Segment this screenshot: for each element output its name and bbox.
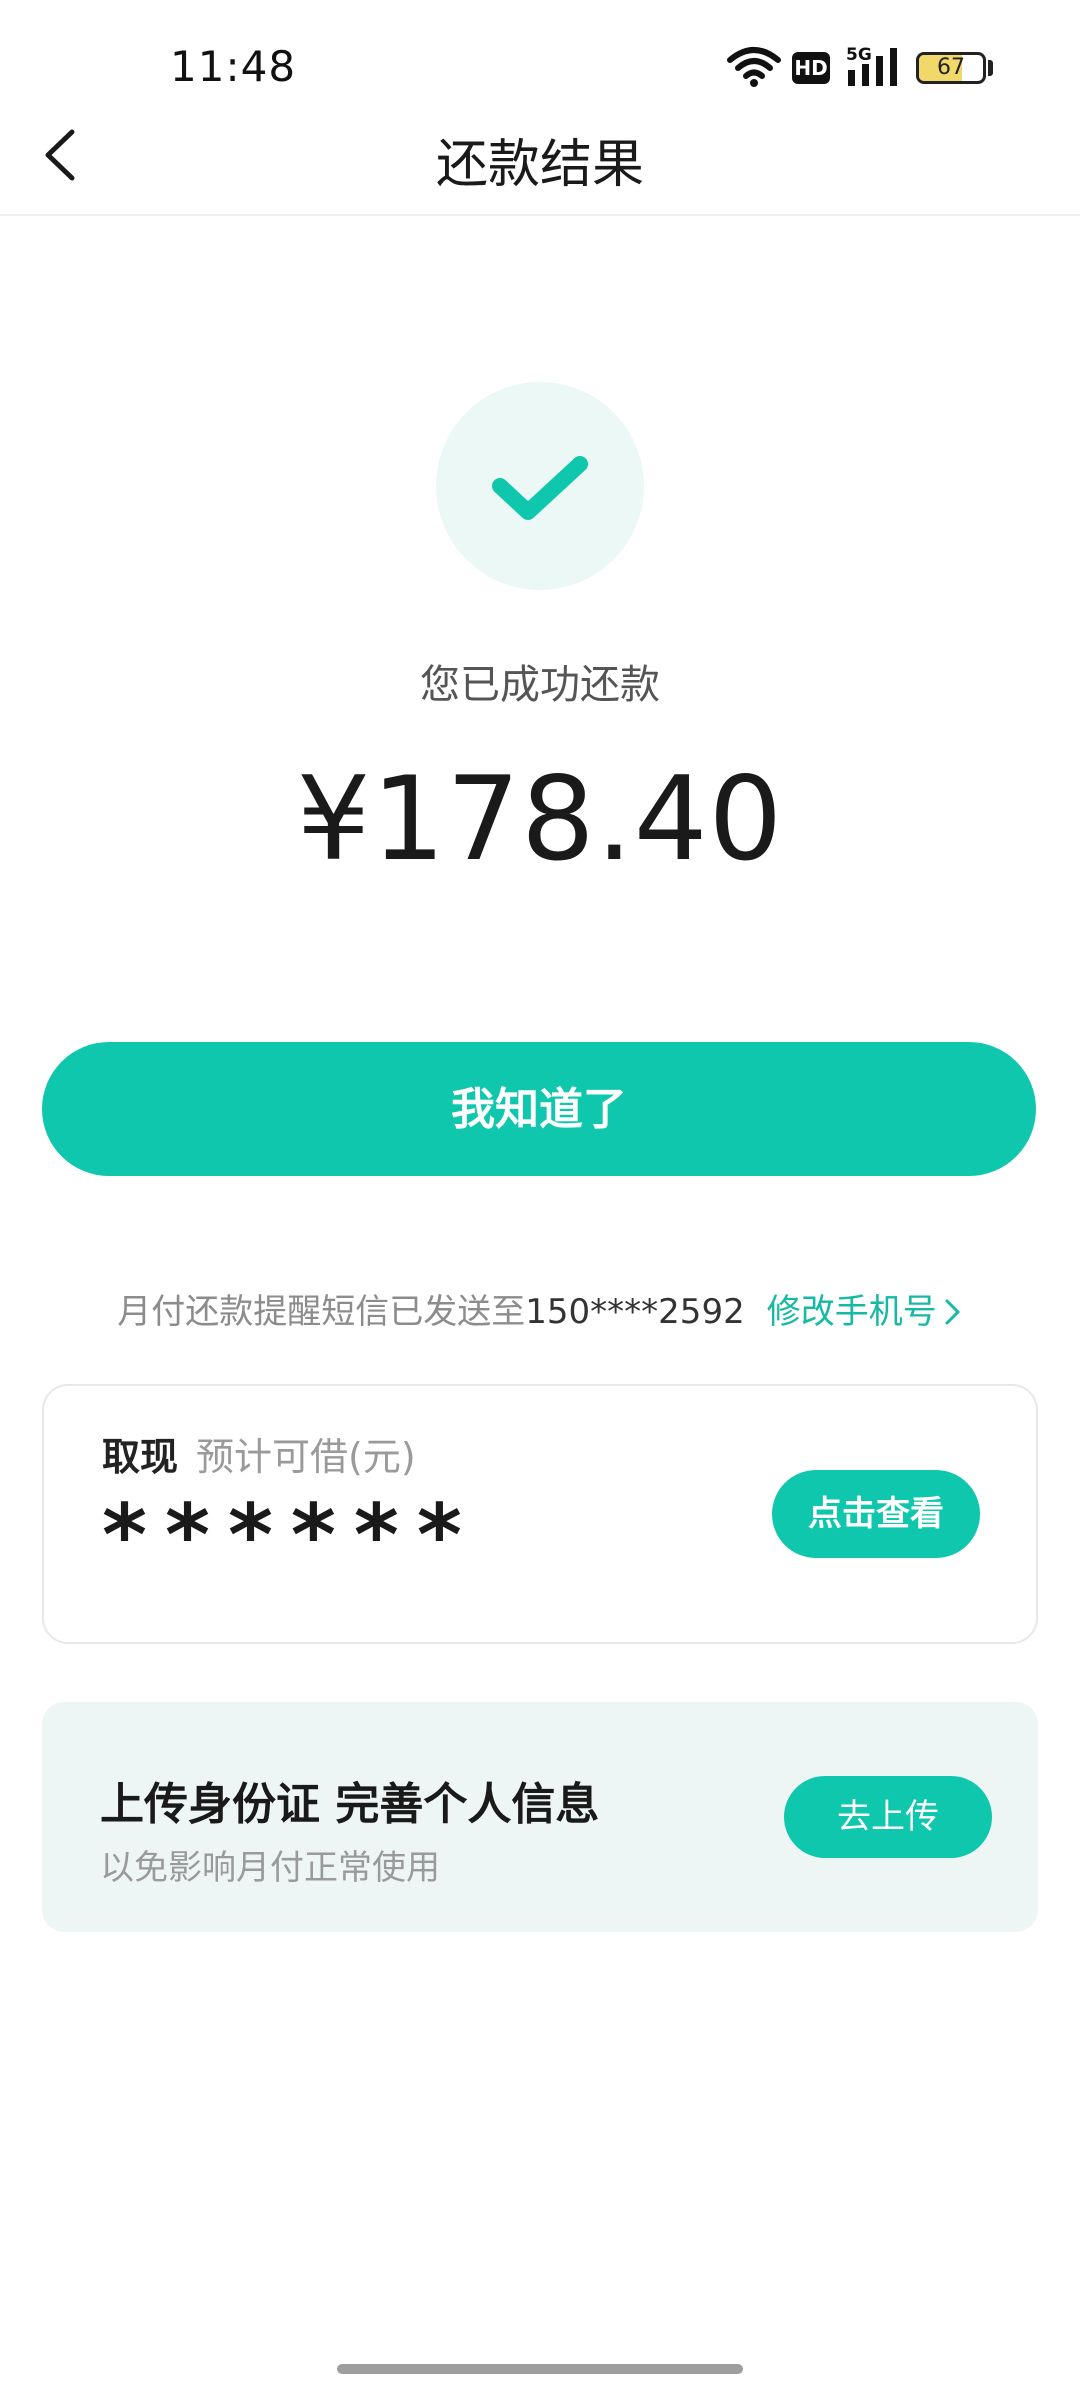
status-time: 11:48 [170,42,297,91]
success-message: 您已成功还款 [420,662,660,708]
got-it-button[interactable]: 我知道了 [42,1042,1036,1176]
upload-button[interactable]: 去上传 [784,1776,992,1858]
check-icon [492,456,588,520]
cash-card-subtitle: 预计可借(元) [196,1435,416,1479]
modify-phone-label: 修改手机号 [766,1292,937,1332]
status-bar: 11:48 HD 5G 67 [0,0,1080,135]
masked-credit-amount: ****** [102,1486,480,1586]
sms-phone-number: 150****2592 [525,1292,745,1332]
upload-card-subtitle: 以免影响月付正常使用 [100,1848,440,1888]
modify-phone-link[interactable]: 修改手机号 [767,1292,963,1332]
cash-withdrawal-card: 取现 预计可借(元) ****** 点击查看 [42,1384,1038,1644]
upload-card-title: 上传身份证 完善个人信息 [100,1779,600,1830]
network-label: 5G [846,45,872,65]
success-badge [436,382,644,590]
cash-card-title: 取现 [102,1435,179,1479]
battery-tip [988,60,993,76]
chevron-right-icon [945,1299,960,1325]
upload-id-card: 上传身份证 完善个人信息 以免影响月付正常使用 去上传 [42,1702,1038,1932]
sms-notice: 月付还款提醒短信已发送至150****2592 修改手机号 [0,1284,1080,1333]
nav-divider [0,214,1080,216]
hd-icon: HD [792,52,830,84]
wifi-icon [727,47,781,87]
page-title: 还款结果 [435,135,644,195]
repayment-amount: ¥178.40 [296,752,784,887]
home-indicator[interactable] [337,2364,743,2374]
battery-level: 67 [937,55,965,80]
battery-icon: 67 [916,52,986,84]
view-credit-button[interactable]: 点击查看 [772,1470,980,1558]
sms-notice-text: 月付还款提醒短信已发送至 [117,1292,526,1332]
signal-5g-icon: 5G [846,45,897,86]
